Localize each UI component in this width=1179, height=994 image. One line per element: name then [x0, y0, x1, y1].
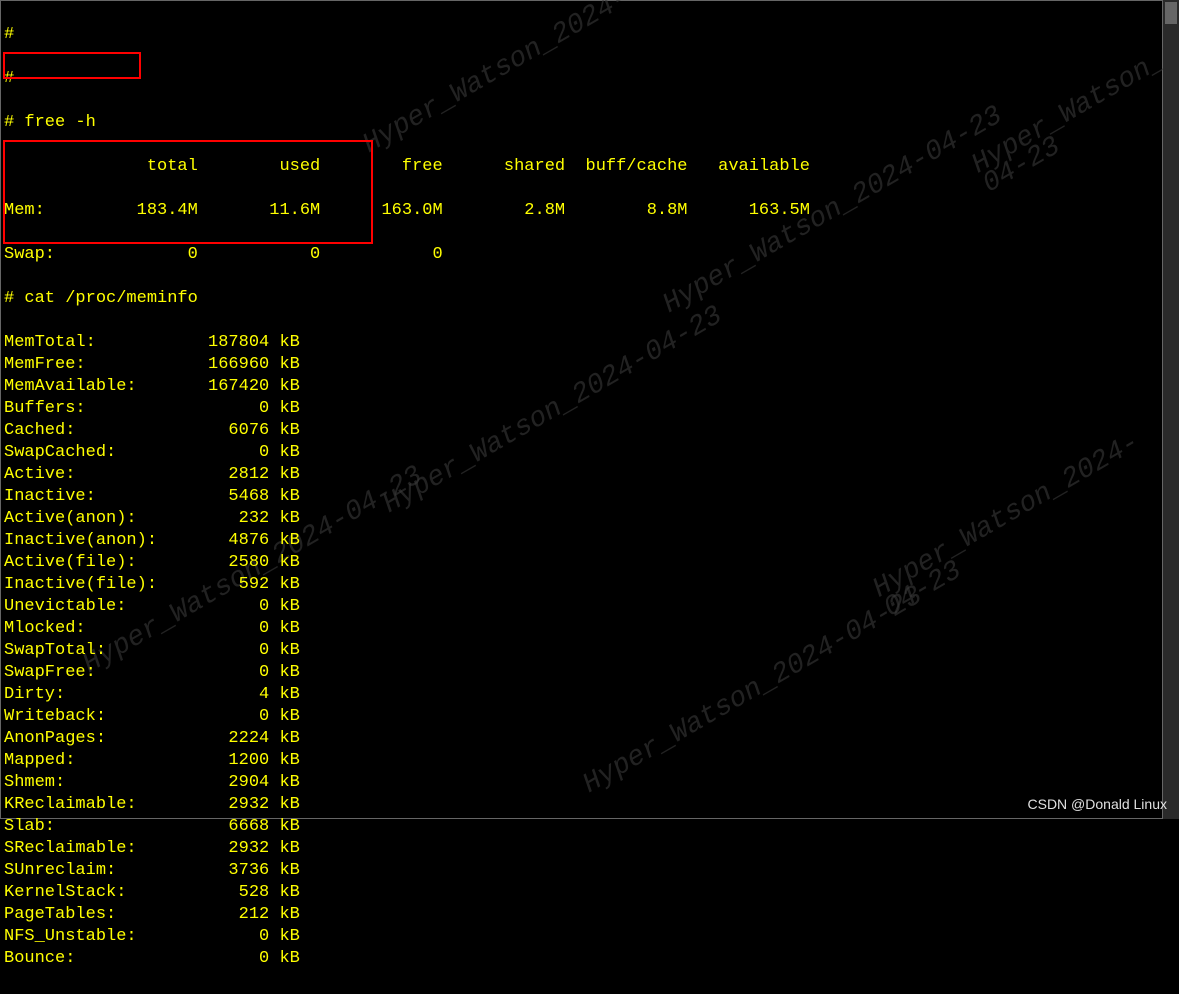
meminfo-row: Inactive(file): 592 kB — [4, 574, 1175, 596]
meminfo-row: KReclaimable: 2932 kB — [4, 794, 1175, 816]
meminfo-row: Active(file): 2580 kB — [4, 552, 1175, 574]
meminfo-row: SUnreclaim: 3736 kB — [4, 860, 1175, 882]
meminfo-row: MemFree: 166960 kB — [4, 354, 1175, 376]
meminfo-row: KernelStack: 528 kB — [4, 882, 1175, 904]
free-header: total used free shared buff/cache availa… — [4, 156, 1175, 178]
meminfo-row: SwapTotal: 0 kB — [4, 640, 1175, 662]
meminfo-row: AnonPages: 2224 kB — [4, 728, 1175, 750]
meminfo-row: Inactive(anon): 4876 kB — [4, 530, 1175, 552]
meminfo-row: Mapped: 1200 kB — [4, 750, 1175, 772]
meminfo-row: Writeback: 0 kB — [4, 706, 1175, 728]
meminfo-row: Inactive: 5468 kB — [4, 486, 1175, 508]
meminfo-row: SwapCached: 0 kB — [4, 442, 1175, 464]
meminfo-row: Active: 2812 kB — [4, 464, 1175, 486]
command-cat-meminfo: # cat /proc/meminfo — [4, 288, 1175, 310]
meminfo-row: MemAvailable: 167420 kB — [4, 376, 1175, 398]
meminfo-row: NFS_Unstable: 0 kB — [4, 926, 1175, 948]
prompt-line: # — [4, 68, 1175, 90]
scrollbar-thumb[interactable] — [1165, 2, 1177, 24]
free-swap-row: Swap: 0 0 0 — [4, 244, 1175, 266]
meminfo-row: PageTables: 212 kB — [4, 904, 1175, 926]
command-free: # free -h — [4, 112, 1175, 134]
terminal-output[interactable]: # # # free -h total used free shared buf… — [0, 0, 1179, 994]
meminfo-row: SwapFree: 0 kB — [4, 662, 1175, 684]
meminfo-block: MemTotal: 187804 kBMemFree: 166960 kBMem… — [4, 332, 1175, 970]
csdn-watermark: CSDN @Donald Linux — [1028, 793, 1168, 815]
meminfo-row: Shmem: 2904 kB — [4, 772, 1175, 794]
free-mem-row: Mem: 183.4M 11.6M 163.0M 2.8M 8.8M 163.5… — [4, 200, 1175, 222]
meminfo-row: Bounce: 0 kB — [4, 948, 1175, 970]
meminfo-row: Dirty: 4 kB — [4, 684, 1175, 706]
prompt-line: # — [4, 24, 1175, 46]
meminfo-row: Cached: 6076 kB — [4, 420, 1175, 442]
meminfo-row: Slab: 6668 kB — [4, 816, 1175, 838]
meminfo-row: Buffers: 0 kB — [4, 398, 1175, 420]
meminfo-row: SReclaimable: 2932 kB — [4, 838, 1175, 860]
meminfo-row: Active(anon): 232 kB — [4, 508, 1175, 530]
meminfo-row: Mlocked: 0 kB — [4, 618, 1175, 640]
meminfo-row: MemTotal: 187804 kB — [4, 332, 1175, 354]
meminfo-row: Unevictable: 0 kB — [4, 596, 1175, 618]
scrollbar[interactable] — [1163, 0, 1179, 819]
